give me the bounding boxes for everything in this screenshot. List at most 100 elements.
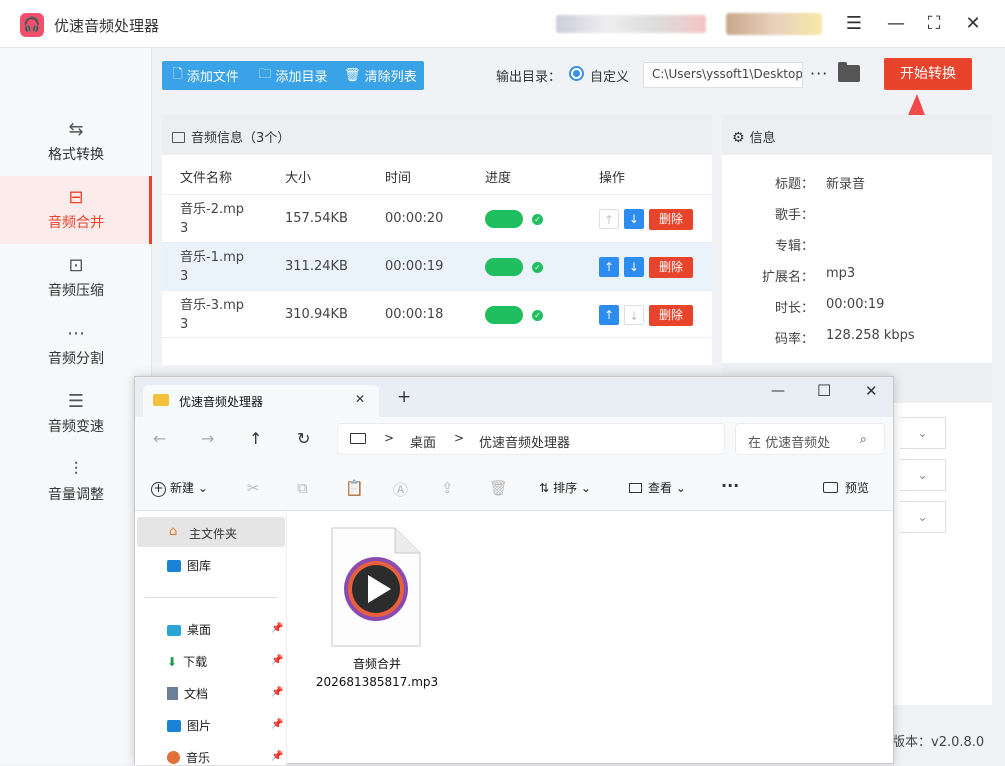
convert-icon: ⇆	[68, 119, 84, 140]
sidebar-item-volume-adjust[interactable]: ⫶ 音量调整	[0, 448, 152, 516]
sidebar-item-label: 音频压缩	[48, 283, 104, 299]
paste-icon[interactable]: 📋	[345, 479, 364, 497]
col-filename: 文件名称	[180, 171, 233, 186]
open-folder-icon[interactable]	[838, 62, 860, 82]
sidebar-item-pictures[interactable]: 图片	[167, 717, 211, 734]
file-icon: 🗋	[172, 66, 183, 82]
explorer-maximize[interactable]: ☐	[817, 381, 831, 400]
move-down-button[interactable]: ↓	[624, 209, 644, 229]
sort-button[interactable]: ⇅ 排序 ⌄	[539, 479, 591, 496]
cut-icon[interactable]: ✂	[247, 479, 260, 497]
col-actions: 操作	[599, 171, 626, 186]
move-down-button[interactable]: ↓	[624, 257, 644, 277]
file-explorer-window: 优速音频处理器 ✕ + — ☐ ✕ ← → ↑ ↻ > 桌面 > 优速音频处理器…	[134, 376, 894, 765]
home-icon: ⌂	[169, 524, 178, 539]
new-button[interactable]: + 新建 ⌄	[151, 479, 208, 497]
tab-title: 优速音频处理器	[179, 395, 264, 409]
share-icon[interactable]: ⇪	[441, 479, 454, 497]
preview-button[interactable]: 预览	[823, 479, 869, 496]
file-size: 157.54KB	[285, 211, 348, 226]
minimize-button[interactable]: —	[883, 12, 909, 36]
file-name[interactable]: 音频合并 202681385817.mp3	[307, 655, 447, 691]
refresh-icon[interactable]: ↻	[297, 429, 310, 448]
move-down-button[interactable]: ↓	[624, 305, 644, 325]
dropdown-1[interactable]: ⌄	[900, 417, 946, 449]
tab-close-icon[interactable]: ✕	[355, 392, 365, 406]
rename-icon[interactable]: Ⓐ	[393, 479, 408, 500]
dropdown-3[interactable]: ⌄	[900, 501, 946, 533]
pin-icon: 📌	[271, 687, 284, 698]
sidebar-item-audio-split[interactable]: ⋯ 音频分割	[0, 312, 152, 380]
maximize-button[interactable]: ⛶	[921, 12, 947, 36]
delete-button[interactable]: 删除	[649, 257, 693, 278]
sidebar-item-audio-speed[interactable]: ☰ 音频变速	[0, 380, 152, 448]
close-button[interactable]: ✕	[960, 12, 986, 36]
sidebar-item-audio-compress[interactable]: ⊡ 音频压缩	[0, 244, 152, 312]
back-icon[interactable]: ←	[153, 429, 166, 448]
clear-list-button[interactable]: 🗑 清除列表	[337, 61, 424, 90]
custom-radio-label[interactable]: 自定义	[590, 66, 629, 85]
sidebar-item-desktop[interactable]: 桌面	[167, 621, 211, 638]
command-bar: + 新建 ⌄ ✂ ⧉ 📋 Ⓐ ⇪ 🗑 ⇅ 排序 ⌄ 查看 ⌄ ··· 预览	[135, 463, 893, 511]
table-row[interactable]: 音乐-3.mp 3 310.94KB 00:00:18 ✓ ↑ ↓ 删除	[162, 290, 712, 338]
file-time: 00:00:20	[385, 211, 444, 226]
explorer-nav-pane: ⌂ 主文件夹 图库 桌面 📌 ⬇ 下载 📌 文档 📌 图片 📌 音乐 📌	[135, 511, 287, 765]
vip-badge-blurred[interactable]	[726, 13, 822, 35]
col-time: 时间	[385, 171, 412, 186]
speed-icon: ☰	[67, 391, 85, 412]
table-row[interactable]: 音乐-2.mp 3 157.54KB 00:00:20 ✓ ↑ ↓ 删除	[162, 194, 712, 242]
file-name: 音乐-3.mp 3	[180, 298, 245, 332]
forward-icon[interactable]: →	[201, 429, 214, 448]
sidebar-item-label: 音频分割	[48, 351, 104, 367]
explorer-minimize[interactable]: —	[771, 383, 785, 399]
delete-button[interactable]: 删除	[649, 305, 693, 326]
copy-icon[interactable]: ⧉	[297, 479, 308, 497]
pin-icon: 📌	[271, 623, 284, 634]
sidebar-item-audio-merge[interactable]: ⊟ 音频合并	[0, 176, 152, 244]
breadcrumb-desktop[interactable]: 桌面	[410, 432, 436, 451]
delete-button[interactable]: 删除	[649, 209, 693, 230]
split-icon: ⋯	[67, 323, 85, 344]
info-label-bitrate: 码率：	[774, 332, 814, 347]
compress-icon: ⊡	[68, 255, 84, 276]
breadcrumb[interactable]: > 桌面 > 优速音频处理器	[337, 423, 725, 455]
folder-icon: 🗀	[258, 66, 272, 82]
sidebar-item-home[interactable]: ⌂ 主文件夹	[137, 517, 285, 547]
breadcrumb-separator: >	[454, 431, 465, 445]
audio-list-panel: 音频信息（3个） 文件名称 大小 时间 进度 操作 音乐-2.mp 3 157.5…	[162, 115, 712, 365]
move-up-button[interactable]: ↑	[599, 209, 619, 229]
info-value-duration: 00:00:19	[826, 297, 885, 312]
sidebar-item-music[interactable]: 音乐	[167, 749, 210, 766]
sidebar-item-format-convert[interactable]: ⇆ 格式转换	[0, 108, 152, 176]
file-item[interactable]	[331, 527, 421, 663]
more-options-icon[interactable]: ···	[810, 64, 828, 83]
file-area: 音频合并 202681385817.mp3	[287, 511, 893, 765]
new-tab-icon[interactable]: +	[397, 387, 411, 407]
menu-icon[interactable]: ☰	[841, 12, 867, 36]
add-file-button[interactable]: 🗋 添加文件	[162, 61, 249, 90]
sidebar-item-gallery[interactable]: 图库	[167, 557, 211, 574]
explorer-tab[interactable]: 优速音频处理器 ✕	[143, 385, 379, 417]
search-placeholder: 在 优速音频处	[748, 436, 831, 451]
move-up-button[interactable]: ↑	[599, 257, 619, 277]
search-input[interactable]: 在 优速音频处 ⌕	[735, 423, 885, 455]
more-icon[interactable]: ···	[721, 476, 739, 495]
progress-bar	[485, 258, 523, 276]
delete-icon[interactable]: 🗑	[489, 479, 508, 497]
add-directory-button[interactable]: 🗀 添加目录	[249, 61, 336, 90]
breadcrumb-folder[interactable]: 优速音频处理器	[479, 432, 570, 451]
view-button[interactable]: 查看 ⌄	[629, 479, 686, 496]
table-row[interactable]: 音乐-1.mp 3 311.24KB 00:00:19 ✓ ↑ ↓ 删除	[162, 242, 712, 290]
move-up-button[interactable]: ↑	[599, 305, 619, 325]
dropdown-2[interactable]: ⌄	[900, 459, 946, 491]
explorer-close[interactable]: ✕	[865, 382, 878, 400]
progress-bar	[485, 210, 523, 228]
info-header: ⚙ 信息	[722, 115, 992, 155]
start-convert-button[interactable]: 开始转换	[884, 58, 972, 90]
sidebar-item-downloads[interactable]: ⬇ 下载	[167, 653, 207, 670]
custom-radio[interactable]	[569, 66, 584, 81]
sidebar-item-documents[interactable]: 文档	[167, 685, 208, 702]
output-path-input[interactable]: C:\Users\yssoft1\Desktop	[643, 62, 803, 88]
file-size: 311.24KB	[285, 259, 348, 274]
up-icon[interactable]: ↑	[249, 429, 262, 448]
